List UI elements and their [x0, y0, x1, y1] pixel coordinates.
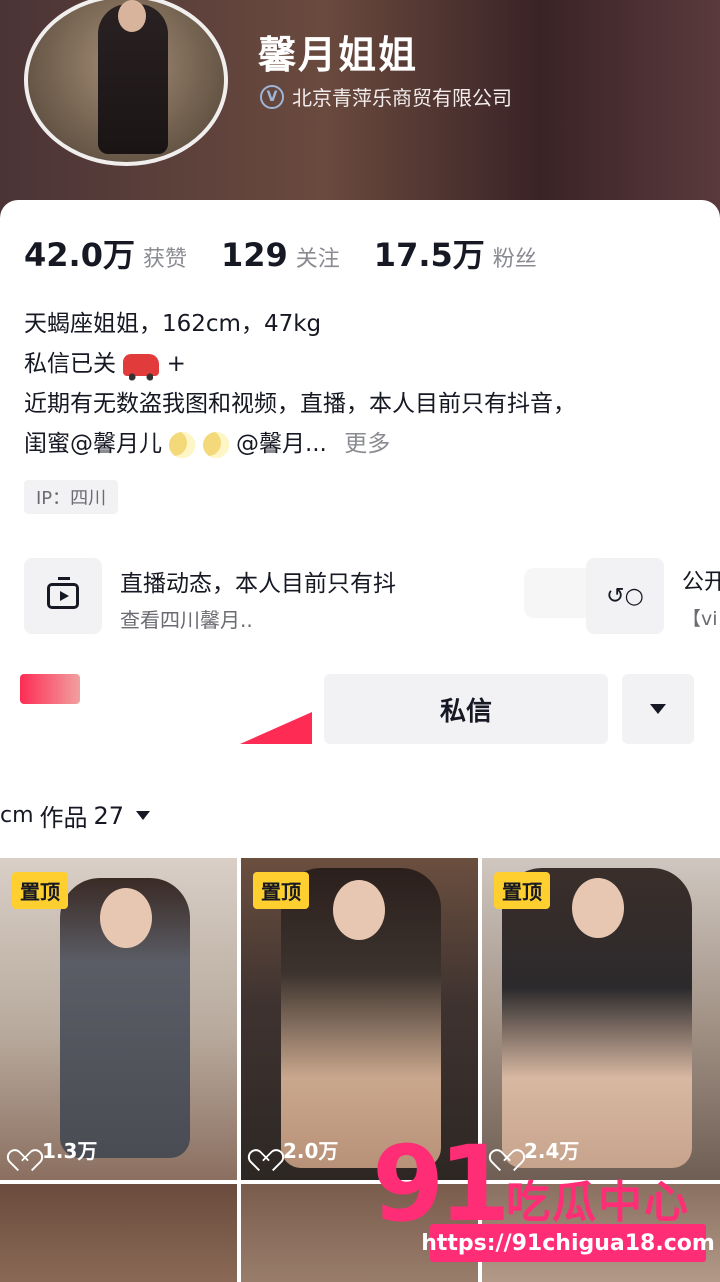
bio-mention[interactable]: @馨月...	[236, 431, 327, 457]
verified-icon: V	[260, 84, 284, 109]
video-tile[interactable]: 置顶 1.3万	[0, 858, 237, 1180]
group-chat-button[interactable]: ↺○	[586, 558, 664, 634]
feature-shelf: 直播动态，本人目前只有抖 查看四川馨月.. ↺○ 公开 【vi	[24, 558, 720, 638]
tv-icon	[47, 583, 79, 609]
stat-value: 129	[220, 236, 288, 274]
action-row: 私信	[20, 674, 700, 746]
car-emoji-icon	[123, 353, 160, 381]
group-chat-icon: ↺○	[606, 583, 644, 609]
stat-following[interactable]: 129 关注	[221, 236, 340, 274]
like-count: 1.3万	[42, 1139, 98, 1163]
company-name: 北京青萍乐商贸有限公司	[292, 86, 512, 110]
like-count: 2.0万	[283, 1139, 339, 1163]
works-count: 27	[93, 801, 125, 830]
stat-likes[interactable]: 42.0万 获赞	[24, 230, 187, 276]
follow-button[interactable]	[20, 674, 80, 704]
profile-name: 馨月姐姐	[258, 33, 419, 77]
moon-emoji-icon	[202, 431, 229, 458]
group-entry-subtitle: 【vi	[682, 608, 718, 630]
video-likes: 1.3万	[12, 1135, 97, 1164]
caret-down-icon	[650, 704, 666, 714]
video-thumbnail-face	[100, 888, 152, 948]
video-thumbnail-face	[572, 878, 624, 938]
ip-location-tag: IP：四川	[24, 480, 119, 514]
enterprise-verification[interactable]: V 北京青萍乐商贸有限公司	[260, 82, 512, 111]
live-entry-title[interactable]: 直播动态，本人目前只有抖	[120, 564, 396, 598]
pinned-badge: 置顶	[12, 872, 68, 909]
watermark-number: 91	[372, 1123, 511, 1245]
pinned-badge: 置顶	[494, 872, 550, 909]
bio-line: 闺蜜@馨月儿 @馨月... 更多	[24, 424, 576, 464]
avatar[interactable]	[24, 0, 228, 166]
stat-value: 42.0万	[24, 236, 135, 274]
group-entry-title[interactable]: 公开	[682, 564, 720, 596]
star-emoji-icon	[169, 431, 196, 458]
works-tab[interactable]: cm 作品 27	[0, 798, 151, 833]
heart-icon	[253, 1140, 275, 1160]
bio-text: +	[166, 351, 186, 377]
bio-line: 天蝎座姐姐，162cm，47kg	[24, 311, 322, 337]
live-entry-subtitle: 查看四川馨月..	[120, 608, 253, 632]
stat-label: 粉丝	[492, 247, 537, 272]
bio-more-link[interactable]: 更多	[344, 431, 390, 457]
bio-text: 私信已关	[24, 351, 116, 377]
site-watermark: 91 吃瓜中心 https://91chigua18.com	[372, 1123, 715, 1272]
stat-label: 获赞	[142, 247, 187, 272]
avatar-face	[118, 0, 146, 32]
video-likes: 2.0万	[253, 1135, 338, 1164]
caret-down-icon	[136, 811, 151, 820]
works-label: 作品	[39, 804, 88, 832]
watermark-text: 吃瓜中心	[506, 1177, 690, 1228]
bio-line: 私信已关 +	[24, 344, 576, 384]
bio-line: 近期有无数盗我图和视频，直播，本人目前只有抖音，	[24, 391, 576, 417]
stat-followers[interactable]: 17.5万 粉丝	[374, 230, 537, 276]
stat-value: 17.5万	[373, 236, 485, 274]
message-button[interactable]: 私信	[324, 674, 608, 744]
bio-mention[interactable]: 闺蜜@馨月儿	[24, 431, 162, 457]
more-options-button[interactable]	[622, 674, 694, 744]
follow-button-edge	[240, 712, 312, 744]
profile-bio: 天蝎座姐姐，162cm，47kg 私信已关 + 近期有无数盗我图和视频，直播，本…	[24, 304, 576, 464]
blurred-region	[524, 568, 594, 618]
video-tile[interactable]	[0, 1184, 237, 1282]
profile-card: 42.0万 获赞 129 关注 17.5万 粉丝 天蝎座姐姐，162cm，47k…	[0, 200, 720, 1282]
live-entry-button[interactable]	[24, 558, 102, 634]
profile-stats: 42.0万 获赞 129 关注 17.5万 粉丝	[24, 230, 571, 276]
pinned-badge: 置顶	[253, 872, 309, 909]
stat-label: 关注	[295, 247, 340, 272]
works-prefix: cm	[0, 803, 34, 828]
video-thumbnail-face	[333, 880, 385, 940]
watermark-url: https://91chigua18.com	[421, 1224, 715, 1262]
heart-icon	[12, 1140, 34, 1160]
